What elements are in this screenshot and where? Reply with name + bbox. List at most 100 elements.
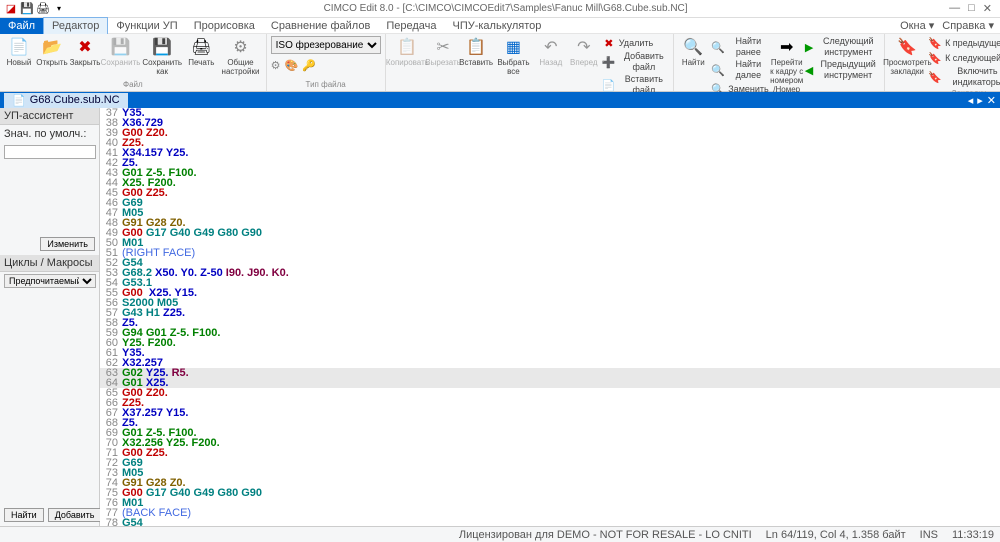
bm-next-button[interactable]: 🔖К следующей bbox=[928, 51, 1000, 65]
cycles-combo[interactable]: Предпочитаемый bbox=[4, 274, 96, 288]
code-line[interactable]: 59G94 G01 Z-5. F100. bbox=[100, 328, 1000, 338]
code-line[interactable]: 63G02 Y25. R5. bbox=[100, 368, 1000, 378]
windows-menu[interactable]: Окна ▾ bbox=[900, 19, 934, 32]
tab-next-icon[interactable]: ▸ bbox=[977, 94, 983, 107]
filetype-icon[interactable]: ⚙ bbox=[271, 59, 281, 72]
minimize-button[interactable]: — bbox=[949, 2, 960, 15]
code-line[interactable]: 58Z5. bbox=[100, 318, 1000, 328]
paste-button[interactable]: 📋Вставить bbox=[461, 36, 491, 96]
code-line[interactable]: 57G43 H1 Z25. bbox=[100, 308, 1000, 318]
bm-toggle-button[interactable]: 🔖Включить индикаторы bbox=[928, 66, 1000, 88]
code-line[interactable]: 71G00 Z25. bbox=[100, 448, 1000, 458]
code-line[interactable]: 69G01 Z-5. F100. bbox=[100, 428, 1000, 438]
code-line[interactable]: 62X32.257 bbox=[100, 358, 1000, 368]
bm-prev-button[interactable]: 🔖К предыдущей bbox=[928, 36, 1000, 50]
code-line[interactable]: 37Y35. bbox=[100, 108, 1000, 118]
code-editor[interactable]: 37Y35.38X36.72939G00 Z20.40Z25.41X34.157… bbox=[100, 108, 1000, 526]
code-line[interactable]: 53G68.2 X50. Y0. Z-50 I90. J90. K0. bbox=[100, 268, 1000, 278]
code-line[interactable]: 54G53.1 bbox=[100, 278, 1000, 288]
select-all-button[interactable]: ▦Выбрать все bbox=[494, 36, 533, 96]
code-line[interactable]: 45G00 Z25. bbox=[100, 188, 1000, 198]
help-menu[interactable]: Справка ▾ bbox=[942, 19, 994, 32]
colors-icon[interactable]: 🎨 bbox=[285, 59, 299, 72]
filetype-combo[interactable]: ISO фрезерование bbox=[271, 36, 381, 54]
tab-compare[interactable]: Сравнение файлов bbox=[263, 18, 378, 34]
code-line[interactable]: 42Z5. bbox=[100, 158, 1000, 168]
code-line[interactable]: 64G01 X25. bbox=[100, 378, 1000, 388]
code-text: M01 bbox=[122, 498, 1000, 508]
code-line[interactable]: 50M01 bbox=[100, 238, 1000, 248]
tab-close-icon[interactable]: ✕ bbox=[987, 94, 996, 107]
find-btn[interactable]: Найти bbox=[4, 508, 44, 522]
code-text: G54 bbox=[122, 518, 1000, 526]
code-line[interactable]: 38X36.729 bbox=[100, 118, 1000, 128]
code-line[interactable]: 72G69 bbox=[100, 458, 1000, 468]
undo-button[interactable]: ↶Назад bbox=[536, 36, 566, 96]
modify-button[interactable]: Изменить bbox=[40, 237, 95, 251]
default-value-input[interactable] bbox=[4, 145, 96, 159]
tab-calculator[interactable]: ЧПУ-калькулятор bbox=[444, 18, 549, 34]
save-button[interactable]: 💾Сохранить bbox=[103, 36, 138, 76]
tab-backplot[interactable]: Прорисовка bbox=[186, 18, 263, 34]
code-line[interactable]: 66Z25. bbox=[100, 398, 1000, 408]
find-prev-button[interactable]: 🔍Найти ранее bbox=[711, 36, 768, 58]
open-button[interactable]: 📂Открыть bbox=[37, 36, 67, 76]
next-tool-button[interactable]: ▶Следующий инструмент bbox=[805, 36, 880, 58]
code-line[interactable]: 75G00 G17 G40 G49 G80 G90 bbox=[100, 488, 1000, 498]
close-button[interactable]: ✕ bbox=[983, 2, 992, 15]
tab-editor[interactable]: Редактор bbox=[43, 17, 108, 34]
tab-file[interactable]: Файл bbox=[0, 18, 43, 34]
code-line[interactable]: 77(BACK FACE) bbox=[100, 508, 1000, 518]
code-line[interactable]: 73M05 bbox=[100, 468, 1000, 478]
tab-prev-icon[interactable]: ◂ bbox=[968, 94, 974, 107]
code-line[interactable]: 55G00 X25. Y15. bbox=[100, 288, 1000, 298]
code-line[interactable]: 47M05 bbox=[100, 208, 1000, 218]
code-line[interactable]: 41X34.157 Y25. bbox=[100, 148, 1000, 158]
assistant-panel-title: УП-ассистент bbox=[0, 108, 99, 125]
code-line[interactable]: 65G00 Z20. bbox=[100, 388, 1000, 398]
code-line[interactable]: 61Y35. bbox=[100, 348, 1000, 358]
code-line[interactable]: 49G00 G17 G40 G49 G80 G90 bbox=[100, 228, 1000, 238]
code-text: (BACK FACE) bbox=[122, 508, 1000, 518]
code-line[interactable]: 67X37.257 Y15. bbox=[100, 408, 1000, 418]
close-file-button[interactable]: ✖Закрыть bbox=[70, 36, 100, 76]
dropdown-icon[interactable]: ▾ bbox=[52, 2, 66, 16]
document-tab[interactable]: 📄 G68.Cube.sub.NC bbox=[4, 93, 128, 108]
code-line[interactable]: 70X32.256 Y25. F200. bbox=[100, 438, 1000, 448]
code-line[interactable]: 60Y25. F200. bbox=[100, 338, 1000, 348]
print-icon[interactable]: 🖨 bbox=[36, 2, 50, 16]
code-line[interactable]: 39G00 Z20. bbox=[100, 128, 1000, 138]
code-line[interactable]: 43G01 Z-5. F100. bbox=[100, 168, 1000, 178]
cycles-panel-title: Циклы / Макросы bbox=[0, 255, 99, 272]
code-line[interactable]: 68Z5. bbox=[100, 418, 1000, 428]
settings-button[interactable]: ⚙Общие настройки bbox=[219, 36, 261, 76]
new-button[interactable]: 📄Новый bbox=[4, 36, 34, 76]
tab-nc-functions[interactable]: Функции УП bbox=[108, 18, 185, 34]
code-line[interactable]: 51(RIGHT FACE) bbox=[100, 248, 1000, 258]
saveas-button[interactable]: 💾Сохранить как bbox=[141, 36, 183, 76]
code-text: G00 G17 G40 G49 G80 G90 bbox=[122, 228, 1000, 238]
print-button[interactable]: 🖨Печать bbox=[186, 36, 216, 76]
add-file-button[interactable]: ➕Добавить файл bbox=[602, 51, 669, 73]
redo-button[interactable]: ↷Вперед bbox=[569, 36, 599, 96]
cut-button[interactable]: ✂Вырезать bbox=[428, 36, 458, 96]
find-next-button[interactable]: 🔍Найти далее bbox=[711, 59, 768, 81]
code-line[interactable]: 78G54 bbox=[100, 518, 1000, 526]
delete-button[interactable]: ✖Удалить bbox=[602, 36, 669, 50]
code-text: G53.1 bbox=[122, 278, 1000, 288]
maximize-button[interactable]: □ bbox=[968, 2, 975, 15]
tab-transmit[interactable]: Передача bbox=[378, 18, 444, 34]
save-icon[interactable]: 💾 bbox=[20, 2, 34, 16]
copy-button[interactable]: 📋Копировать bbox=[390, 36, 425, 96]
code-line[interactable]: 56S2000 M05 bbox=[100, 298, 1000, 308]
code-line[interactable]: 40Z25. bbox=[100, 138, 1000, 148]
key-icon[interactable]: 🔑 bbox=[302, 59, 316, 72]
add-btn[interactable]: Добавить bbox=[48, 508, 102, 522]
view-bookmarks-button[interactable]: 🔖Просмотреть закладки bbox=[889, 36, 925, 88]
prev-tool-button[interactable]: ◀Предыдущий инструмент bbox=[805, 59, 880, 81]
code-line[interactable]: 76M01 bbox=[100, 498, 1000, 508]
code-line[interactable]: 46G69 bbox=[100, 198, 1000, 208]
code-text: G01 X25. bbox=[122, 378, 1000, 388]
code-text: X25. F200. bbox=[122, 178, 1000, 188]
code-line[interactable]: 44X25. F200. bbox=[100, 178, 1000, 188]
